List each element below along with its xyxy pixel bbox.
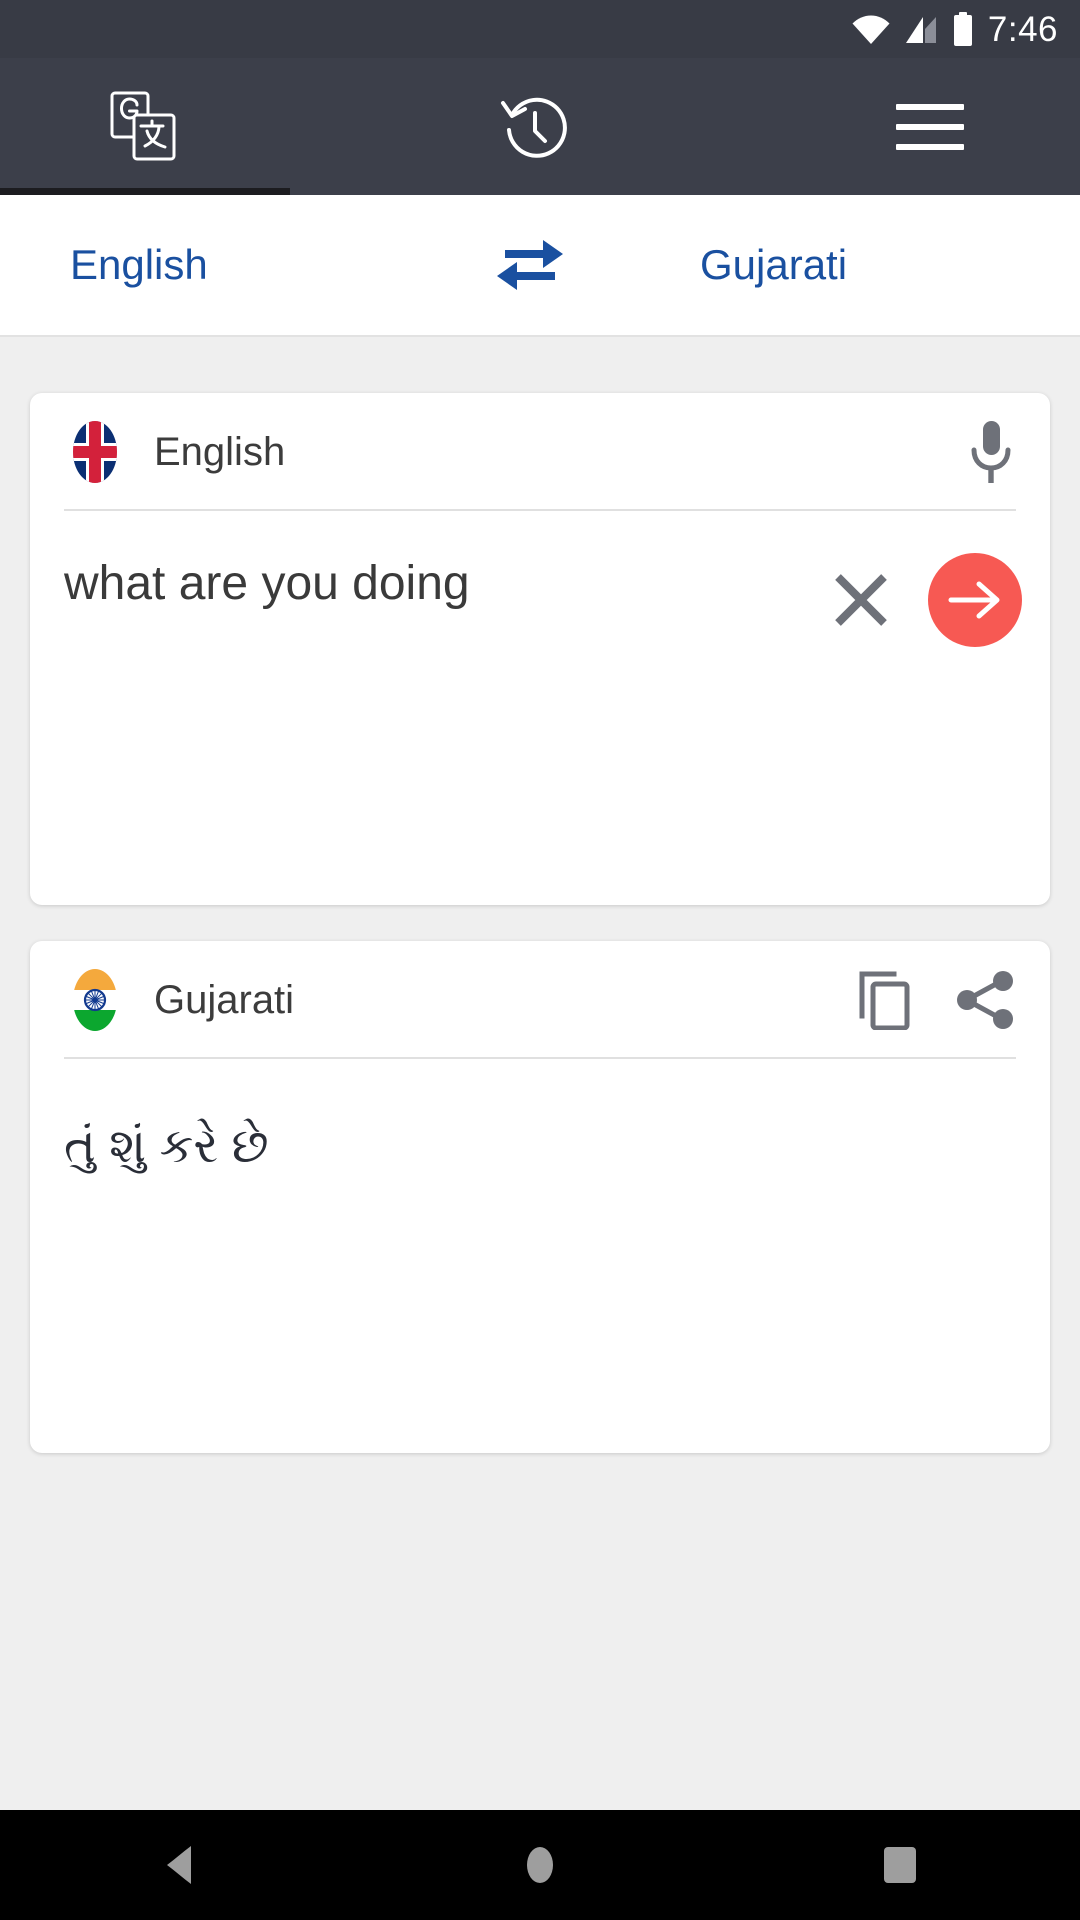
home-circle-icon <box>521 1842 559 1888</box>
active-tab-indicator <box>0 188 290 195</box>
recents-button[interactable] <box>810 1845 990 1885</box>
translate-submit-button[interactable] <box>928 553 1022 647</box>
arrow-right-icon <box>947 577 1003 623</box>
microphone-icon[interactable] <box>966 419 1016 485</box>
source-language-button[interactable]: English <box>0 195 450 335</box>
home-button[interactable] <box>450 1842 630 1888</box>
history-icon <box>499 91 571 163</box>
cellular-signal-icon <box>904 14 938 44</box>
translated-text: તું શું કરે છે <box>64 1120 269 1173</box>
source-card-language-label: English <box>154 429 286 474</box>
target-card-language-label: Gujarati <box>154 977 295 1022</box>
source-language-label: English <box>70 241 208 288</box>
history-tab[interactable] <box>290 58 780 195</box>
source-card: English what are you doing <box>30 393 1050 905</box>
source-card-body: what are you doing <box>30 511 1050 905</box>
swap-horizontal-icon <box>495 234 565 296</box>
google-translate-icon <box>107 89 183 165</box>
target-card-body: તું શું કરે છે <box>30 1059 1050 1453</box>
back-triangle-icon <box>161 1844 199 1886</box>
status-bar: 7:46 <box>0 0 1080 58</box>
source-text-input[interactable]: what are you doing <box>64 551 830 614</box>
menu-button[interactable] <box>780 58 1080 195</box>
phone-screen: 7:46 English Gujarati English what are y… <box>0 0 1080 1920</box>
wifi-icon <box>852 14 890 44</box>
close-icon[interactable] <box>830 569 892 631</box>
source-body-actions <box>830 551 1022 647</box>
app-bar <box>0 58 1080 195</box>
target-card-divider <box>64 1057 1016 1059</box>
android-navigation-bar <box>0 1810 1080 1920</box>
target-language-button[interactable]: Gujarati <box>610 195 1080 335</box>
united-kingdom-flag <box>64 421 126 483</box>
source-card-actions <box>966 419 1016 485</box>
status-icon-group <box>852 12 974 46</box>
copy-icon[interactable] <box>856 970 912 1031</box>
share-icon[interactable] <box>956 971 1016 1029</box>
source-card-divider <box>64 509 1016 511</box>
status-bar-clock: 7:46 <box>987 9 1058 49</box>
translation-content: English what are you doing Gujarati તું … <box>0 337 1080 1810</box>
language-selector-bar: English Gujarati <box>0 195 1080 337</box>
target-card-actions <box>856 970 1016 1031</box>
back-button[interactable] <box>90 1844 270 1886</box>
hamburger-menu-icon <box>894 101 966 153</box>
target-language-label: Gujarati <box>700 241 848 288</box>
source-card-header: English <box>30 393 1050 511</box>
recents-square-icon <box>882 1845 918 1885</box>
target-card: Gujarati તું શું કરે છે <box>30 941 1050 1453</box>
battery-icon <box>952 12 974 46</box>
target-card-header: Gujarati <box>30 941 1050 1059</box>
india-flag <box>64 969 126 1031</box>
swap-languages-button[interactable] <box>450 195 610 335</box>
translate-tab[interactable] <box>0 58 290 195</box>
